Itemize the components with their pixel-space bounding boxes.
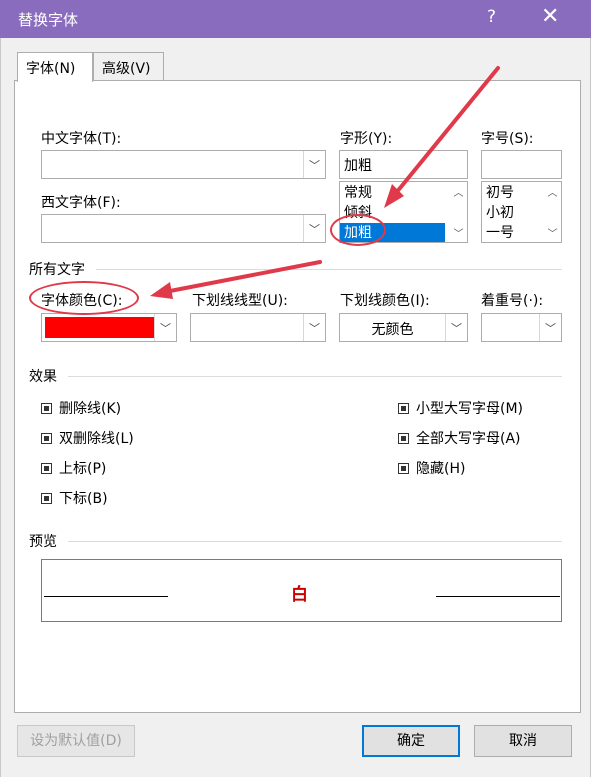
arrow-head-color bbox=[150, 282, 173, 299]
arrow-color bbox=[168, 260, 322, 293]
arrow-style bbox=[394, 66, 500, 195]
annotation-arrows bbox=[150, 66, 500, 299]
